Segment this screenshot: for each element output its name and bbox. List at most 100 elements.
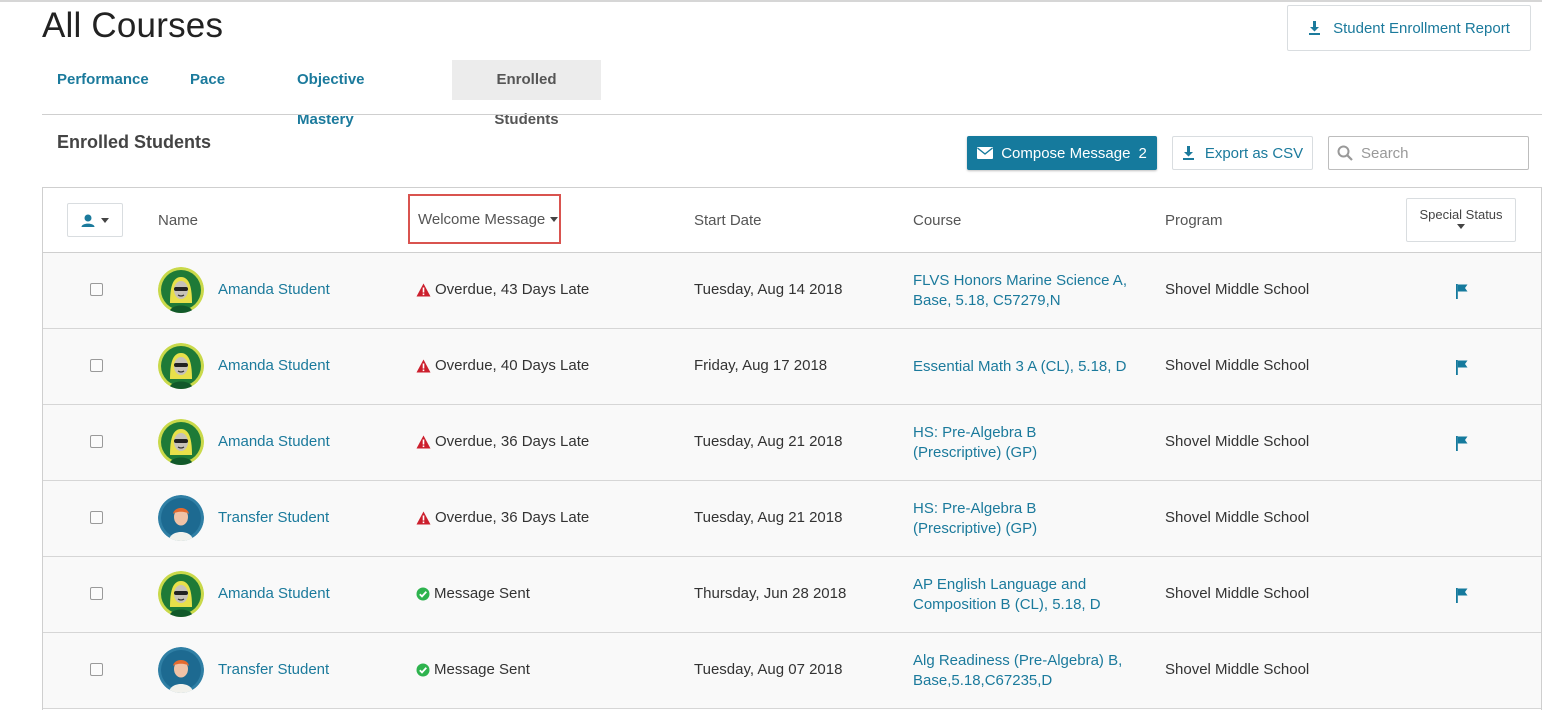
- tab-performance[interactable]: Performance: [42, 60, 159, 100]
- student-name-link[interactable]: Transfer Student: [218, 661, 329, 678]
- program-name: Shovel Middle School: [1165, 509, 1310, 526]
- search-input[interactable]: [1361, 144, 1521, 162]
- course-link[interactable]: FLVS Honors Marine Science A, Base, 5.18…: [913, 271, 1128, 311]
- download-icon: [1182, 146, 1194, 160]
- row-checkbox[interactable]: [90, 587, 103, 600]
- course-link[interactable]: Essential Math 3 A (CL), 5.18, D: [913, 357, 1128, 377]
- row-checkbox[interactable]: [90, 435, 103, 448]
- row-checkbox[interactable]: [90, 283, 103, 296]
- section-title: Enrolled Students: [57, 132, 212, 152]
- caret-down-icon: [1457, 224, 1465, 229]
- student-avatar: [158, 647, 204, 693]
- column-header-course: Course: [913, 212, 962, 229]
- flag-icon[interactable]: [1455, 435, 1469, 451]
- download-icon: [1309, 21, 1321, 35]
- welcome-status: Overdue, 36 Days Late: [416, 433, 589, 450]
- column-header-program: Program: [1165, 212, 1223, 229]
- special-status-label: Special Status: [1419, 207, 1503, 222]
- student-name-link[interactable]: Amanda Student: [218, 357, 330, 374]
- start-date: Tuesday, Aug 07 2018: [694, 661, 843, 678]
- welcome-status: Overdue, 43 Days Late: [416, 281, 589, 298]
- user-icon: [81, 214, 95, 227]
- search-icon: [1337, 145, 1353, 161]
- flag-icon[interactable]: [1455, 587, 1469, 603]
- start-date: Tuesday, Aug 21 2018: [694, 509, 843, 526]
- column-header-name: Name: [158, 212, 199, 229]
- check-circle-icon: [416, 587, 430, 601]
- course-tabs: Performance Pace Objective Mastery Enrol…: [42, 60, 601, 128]
- row-checkbox[interactable]: [90, 359, 103, 372]
- student-avatar: [158, 495, 204, 541]
- export-csv-button[interactable]: Export as CSV: [1172, 136, 1313, 170]
- envelope-icon: [977, 147, 994, 159]
- warning-icon: [416, 283, 431, 297]
- tab-objective-mastery[interactable]: Objective Mastery: [282, 60, 435, 128]
- welcome-status: Message Sent: [416, 585, 530, 602]
- row-checkbox[interactable]: [90, 511, 103, 524]
- welcome-status-text: Overdue, 36 Days Late: [435, 509, 590, 526]
- warning-icon: [416, 435, 431, 449]
- table-row: Transfer Student Message Sent Tuesday, Aug…: [43, 633, 1541, 709]
- welcome-status-text: Overdue, 36 Days Late: [435, 433, 590, 450]
- report-button-label: Student Enrollment Report: [1333, 19, 1510, 37]
- caret-down-icon: [550, 216, 559, 222]
- welcome-status-text: Overdue, 43 Days Late: [435, 281, 590, 298]
- check-circle-icon: [416, 663, 430, 677]
- table-header: Name Welcome Message Start Date Course P…: [43, 188, 1541, 253]
- student-name-link[interactable]: Amanda Student: [218, 433, 330, 450]
- program-name: Shovel Middle School: [1165, 357, 1310, 374]
- compose-message-button[interactable]: Compose Message 2: [967, 136, 1157, 170]
- table-row: Amanda Student Overdue, 40 Days Late Frida…: [43, 329, 1541, 405]
- student-name-link[interactable]: Amanda Student: [218, 281, 330, 298]
- start-date: Tuesday, Aug 21 2018: [694, 433, 843, 450]
- table-row: Amanda Student Overdue, 43 Days Late Tuesd…: [43, 253, 1541, 329]
- student-avatar: [158, 267, 204, 313]
- course-link[interactable]: HS: Pre-Algebra B (Prescriptive) (GP): [913, 499, 1128, 539]
- start-date: Thursday, Jun 28 2018: [694, 585, 847, 602]
- enrolled-students-table: Name Welcome Message Start Date Course P…: [42, 187, 1542, 710]
- student-avatar: [158, 343, 204, 389]
- welcome-status-text: Message Sent: [434, 585, 530, 602]
- compose-count: 2: [1138, 144, 1147, 162]
- tab-pace[interactable]: Pace: [175, 60, 267, 100]
- program-name: Shovel Middle School: [1165, 661, 1310, 678]
- welcome-status: Overdue, 40 Days Late: [416, 357, 589, 374]
- table-row: Transfer Student Overdue, 36 Days Late Tue…: [43, 481, 1541, 557]
- table-row: Amanda Student Message Sent Thursday, Jun …: [43, 557, 1541, 633]
- table-row: Amanda Student Overdue, 36 Days Late Tuesd…: [43, 405, 1541, 481]
- tabs-divider: [42, 114, 1542, 115]
- program-name: Shovel Middle School: [1165, 585, 1310, 602]
- caret-down-icon: [101, 217, 109, 223]
- welcome-status-text: Overdue, 40 Days Late: [435, 357, 590, 374]
- start-date: Tuesday, Aug 14 2018: [694, 281, 843, 298]
- student-avatar: [158, 419, 204, 465]
- export-label: Export as CSV: [1204, 144, 1304, 162]
- program-name: Shovel Middle School: [1165, 281, 1310, 298]
- course-link[interactable]: AP English Language and Composition B (C…: [913, 575, 1128, 615]
- column-header-welcome-message[interactable]: Welcome Message: [408, 194, 561, 244]
- flag-icon[interactable]: [1455, 283, 1469, 299]
- welcome-status: Overdue, 36 Days Late: [416, 509, 589, 526]
- course-link[interactable]: HS: Pre-Algebra B (Prescriptive) (GP): [913, 423, 1128, 463]
- column-header-start-date: Start Date: [694, 212, 762, 229]
- row-checkbox[interactable]: [90, 663, 103, 676]
- student-name-link[interactable]: Transfer Student: [218, 509, 329, 526]
- student-name-link[interactable]: Amanda Student: [218, 585, 330, 602]
- select-students-dropdown[interactable]: [67, 203, 123, 237]
- special-status-dropdown[interactable]: Special Status: [1406, 198, 1516, 242]
- student-enrollment-report-button[interactable]: Student Enrollment Report: [1287, 5, 1531, 51]
- flag-icon[interactable]: [1455, 359, 1469, 375]
- welcome-message-header-label: Welcome Message: [418, 210, 546, 228]
- top-border: [0, 0, 1542, 2]
- warning-icon: [416, 359, 431, 373]
- welcome-status: Message Sent: [416, 661, 530, 678]
- compose-label: Compose Message: [1001, 144, 1131, 162]
- page-title: All Courses: [42, 6, 224, 45]
- course-link[interactable]: Alg Readiness (Pre-Algebra) B, Base,5.18…: [913, 651, 1128, 691]
- tab-enrolled-students[interactable]: Enrolled Students: [452, 60, 601, 128]
- warning-icon: [416, 511, 431, 525]
- welcome-status-text: Message Sent: [434, 661, 530, 678]
- search-box: [1328, 136, 1529, 170]
- student-avatar: [158, 571, 204, 617]
- start-date: Friday, Aug 17 2018: [694, 357, 828, 374]
